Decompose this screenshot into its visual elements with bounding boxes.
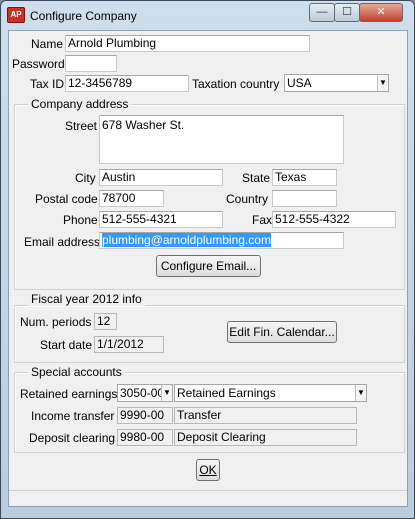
configure-email-button[interactable]: Configure Email...: [156, 255, 261, 277]
tax-country-select[interactable]: USA ▼: [284, 74, 389, 92]
minimize-button[interactable]: —: [309, 3, 335, 22]
retained-earnings-code-select[interactable]: 3050-00 ▼: [117, 384, 173, 402]
num-periods-label: Num. periods: [20, 315, 92, 329]
ok-button[interactable]: OK: [196, 459, 220, 481]
company-address-title: Company address: [28, 97, 132, 111]
street-label: Street: [65, 119, 98, 133]
state-field[interactable]: Texas: [272, 169, 337, 186]
dialog-body: Name Arnold Plumbing Password Tax ID 12-…: [8, 30, 408, 507]
income-transfer-label: Income transfer: [31, 409, 115, 423]
maximize-button[interactable]: ☐: [334, 3, 360, 22]
city-field[interactable]: Austin: [99, 169, 223, 186]
tax-country-label: Taxation country: [192, 77, 280, 91]
start-date-label: Start date: [40, 338, 93, 352]
city-label: City: [75, 171, 96, 185]
app-icon: AP: [7, 7, 25, 23]
chevron-down-icon: ▼: [161, 385, 172, 401]
email-label: Email address: [24, 235, 101, 249]
postal-code-label: Postal code: [35, 192, 98, 206]
retained-earnings-code: 3050-00: [120, 386, 165, 400]
chevron-down-icon: ▼: [355, 385, 366, 401]
income-transfer-name: Transfer: [174, 407, 357, 424]
fiscal-year-title: Fiscal year 2012 info: [28, 292, 145, 306]
special-accounts-title: Special accounts: [28, 365, 125, 379]
name-label: Name: [31, 37, 64, 51]
phone-field[interactable]: 512-555-4321: [99, 211, 223, 228]
taxid-label: Tax ID: [30, 77, 65, 91]
num-periods-field: 12: [94, 313, 117, 330]
fiscal-year-group: [14, 305, 405, 363]
email-value-selected: plumbing@arnoldplumbing.com: [102, 233, 271, 247]
title-bar[interactable]: AP Configure Company — ☐ ✕: [1, 1, 414, 29]
state-label: State: [242, 171, 271, 185]
window-title: Configure Company: [30, 9, 137, 23]
fax-label: Fax: [252, 213, 273, 227]
tax-country-value: USA: [287, 76, 312, 90]
status-bar: [9, 490, 407, 507]
phone-label: Phone: [63, 213, 98, 227]
password-label: Password: [12, 57, 65, 71]
email-field[interactable]: plumbing@arnoldplumbing.com: [99, 232, 344, 249]
edit-fin-calendar-button[interactable]: Edit Fin. Calendar...: [227, 321, 337, 343]
country-label: Country: [226, 192, 269, 206]
deposit-clearing-code: 9980-00: [117, 429, 173, 446]
configure-company-window: AP Configure Company — ☐ ✕ Name Arnold P…: [0, 0, 415, 519]
deposit-clearing-name: Deposit Clearing: [174, 429, 357, 446]
close-button[interactable]: ✕: [359, 3, 403, 22]
fax-field[interactable]: 512-555-4322: [272, 211, 396, 228]
taxid-field[interactable]: 12-3456789: [65, 75, 189, 92]
deposit-clearing-label: Deposit clearing: [29, 431, 116, 445]
password-field[interactable]: [65, 55, 117, 72]
postal-code-field[interactable]: 78700: [99, 190, 164, 207]
street-field[interactable]: 678 Washer St.: [99, 115, 344, 164]
start-date-field: 1/1/2012: [94, 336, 164, 353]
income-transfer-code: 9990-00: [117, 407, 173, 424]
retained-earnings-name: Retained Earnings: [177, 386, 276, 400]
retained-earnings-label: Retained earnings: [20, 387, 118, 401]
retained-earnings-name-select[interactable]: Retained Earnings ▼: [174, 384, 367, 402]
chevron-down-icon: ▼: [377, 75, 388, 91]
country-field[interactable]: [272, 190, 337, 207]
name-field[interactable]: Arnold Plumbing: [65, 35, 310, 52]
